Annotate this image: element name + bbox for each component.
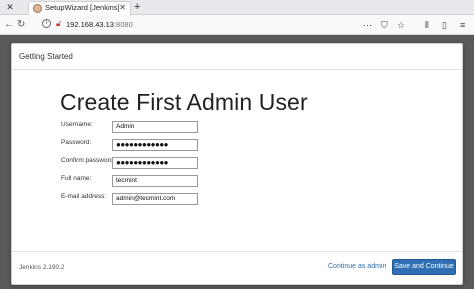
full-name-row: Full name: tecmint [60,175,360,188]
insecure-lock-icon[interactable]: 🔓︎ [56,19,61,29]
dialog-title: Getting Started [19,52,73,61]
url-bar[interactable]: i 🔓︎ 192.168.43.13:8080 [30,18,390,32]
dialog-header: Getting Started [12,44,462,70]
setup-wizard-dialog: Getting Started Create First Admin User … [11,43,463,285]
full-name-label: Full name: [61,175,92,182]
close-icon[interactable]: ✕ [4,1,16,13]
password-label: Password: [61,139,92,146]
full-name-field[interactable]: tecmint [112,175,198,187]
jenkins-favicon-icon [33,4,42,13]
menu-icon[interactable]: ≡ [460,18,465,32]
username-row: Username: Admin [60,121,360,134]
email-field[interactable]: admin@tecmint.com [112,193,198,205]
browser-tab-bar: ✕ SetupWizard [Jenkins] ✕ + [0,0,474,15]
back-icon[interactable]: ← [4,18,14,32]
email-label: E-mail address: [61,193,107,200]
save-and-continue-button[interactable]: Save and Continue [392,259,456,275]
browser-tab[interactable]: SetupWizard [Jenkins] ✕ [28,1,131,15]
password-row: Password: ●●●●●●●●●●●● [60,139,360,152]
confirm-password-label: Confirm password: [61,157,116,164]
page-title: Create First Admin User [60,89,308,115]
new-tab-icon[interactable]: + [134,0,140,14]
library-icon[interactable]: ⫴ [425,18,429,32]
password-field[interactable]: ●●●●●●●●●●●● [112,139,198,151]
jenkins-version: Jenkins 2.190.2 [19,264,65,271]
sidebar-icon[interactable]: ▯ [442,18,447,32]
confirm-password-row: Confirm password: ●●●●●●●●●●●● [60,157,360,170]
pocket-icon[interactable]: ⛉ [381,18,388,32]
confirm-password-field[interactable]: ●●●●●●●●●●●● [112,157,198,169]
info-icon[interactable]: i [42,19,51,28]
username-field[interactable]: Admin [112,121,198,133]
bookmark-star-icon[interactable]: ☆ [397,18,405,32]
reload-icon[interactable]: ↻ [17,18,25,32]
continue-as-admin-button[interactable]: Continue as admin [328,263,386,270]
dialog-footer: Jenkins 2.190.2 Continue as admin Save a… [12,251,462,284]
more-options-icon[interactable]: ⋯ [363,18,372,32]
tab-close-icon[interactable]: ✕ [119,3,126,12]
tab-title: SetupWizard [Jenkins] [45,3,120,12]
username-label: Username: [61,121,93,128]
url-text: 192.168.43.13:8080 [66,20,133,29]
email-row: E-mail address: admin@tecmint.com [60,193,360,206]
